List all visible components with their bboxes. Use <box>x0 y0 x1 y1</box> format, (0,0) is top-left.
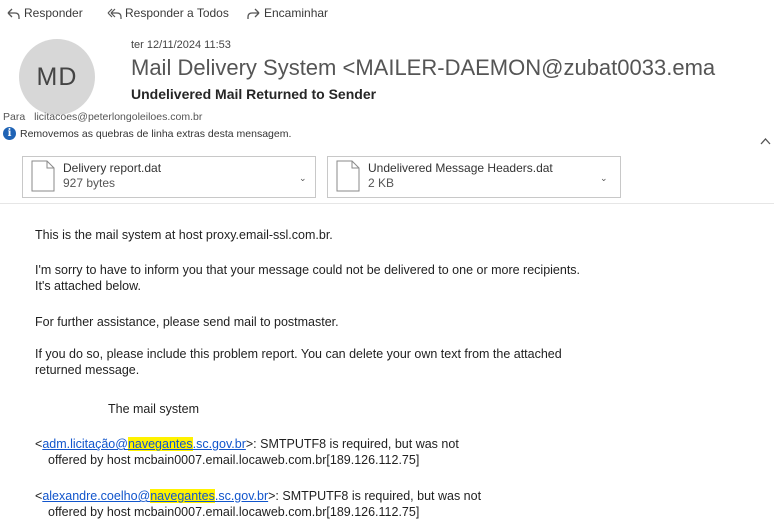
reply-button[interactable]: Responder <box>6 6 83 20</box>
email-domain-rest: .sc.gov.br <box>192 437 246 451</box>
attachment-name: Delivery report.dat <box>63 161 162 175</box>
body-paragraph: For further assistance, please send mail… <box>35 315 339 329</box>
body-line: I'm sorry to have to inform you that you… <box>35 263 581 277</box>
sent-date: ter 12/11/2024 11:53 <box>131 39 231 51</box>
attachment-size: 2 KB <box>368 176 395 190</box>
bounce-message: >: SMTPUTF8 is required, but was not <box>268 489 482 503</box>
reply-label: Responder <box>24 6 83 20</box>
message-subject: Undelivered Mail Returned to Sender <box>131 86 377 102</box>
info-message: Removemos as quebras de linha extras des… <box>20 127 292 140</box>
bounce-message: >: SMTPUTF8 is required, but was not <box>245 437 459 451</box>
bounce-entry: <alexandre.coelho@navegantes.sc.gov.br>:… <box>35 488 481 520</box>
body-line: returned message. <box>35 363 140 377</box>
chevron-down-icon[interactable]: ⌄ <box>299 173 307 184</box>
divider <box>0 203 774 204</box>
email-domain-highlight: navegantes <box>150 489 215 503</box>
to-label: Para <box>3 111 26 123</box>
collapse-header-button[interactable] <box>760 134 771 148</box>
reply-all-label: Responder a Todos <box>125 6 229 20</box>
attachment-undelivered-headers[interactable]: Undelivered Message Headers.dat 2 KB ⌄ <box>327 156 621 198</box>
body-line: If you do so, please include this proble… <box>35 347 562 361</box>
info-bar[interactable]: i Removemos as quebras de linha extras d… <box>3 127 291 140</box>
forward-label: Encaminhar <box>264 6 329 20</box>
bounce-detail: offered by host mcbain0007.email.locaweb… <box>48 505 420 519</box>
chevron-down-icon[interactable]: ⌄ <box>600 173 608 184</box>
body-line: It's attached below. <box>35 279 141 293</box>
recipient-row: Para licitacoes@peterlongoleiloes.com.br <box>3 111 202 123</box>
bounce-detail: offered by host mcbain0007.email.locaweb… <box>48 453 420 467</box>
signature: The mail system <box>108 402 199 416</box>
forward-icon <box>247 8 260 19</box>
file-icon <box>336 160 360 192</box>
attachment-name: Undelivered Message Headers.dat <box>368 161 553 175</box>
forward-button[interactable]: Encaminhar <box>246 6 328 20</box>
chevron-up-icon <box>760 138 771 145</box>
attachment-delivery-report[interactable]: Delivery report.dat 927 bytes ⌄ <box>22 156 316 198</box>
recipient-email-link[interactable]: adm.licitação@navegantes.sc.gov.br <box>42 437 246 451</box>
sender-name[interactable]: Mail Delivery System <MAILER-DAEMON@zuba… <box>131 55 771 81</box>
info-icon: i <box>3 127 16 140</box>
email-domain-highlight: navegantes <box>127 437 193 451</box>
email-local: adm.licitação@ <box>42 437 128 451</box>
to-address[interactable]: licitacoes@peterlongoleiloes.com.br <box>34 111 202 123</box>
body-paragraph: I'm sorry to have to inform you that you… <box>35 262 580 294</box>
file-icon <box>31 160 55 192</box>
avatar[interactable]: MD <box>19 39 95 115</box>
email-local: alexandre.coelho@ <box>42 489 151 503</box>
recipient-email-link[interactable]: alexandre.coelho@navegantes.sc.gov.br <box>42 489 268 503</box>
bounce-entry: <adm.licitação@navegantes.sc.gov.br>: SM… <box>35 436 459 468</box>
body-paragraph: This is the mail system at host proxy.em… <box>35 228 333 242</box>
reply-all-icon <box>107 8 122 19</box>
attachment-size: 927 bytes <box>63 176 116 190</box>
reply-all-button[interactable]: Responder a Todos <box>107 6 229 20</box>
email-domain-rest: .sc.gov.br <box>214 489 269 503</box>
body-paragraph: If you do so, please include this proble… <box>35 346 562 378</box>
avatar-initials: MD <box>36 62 78 91</box>
reply-icon <box>7 8 20 19</box>
